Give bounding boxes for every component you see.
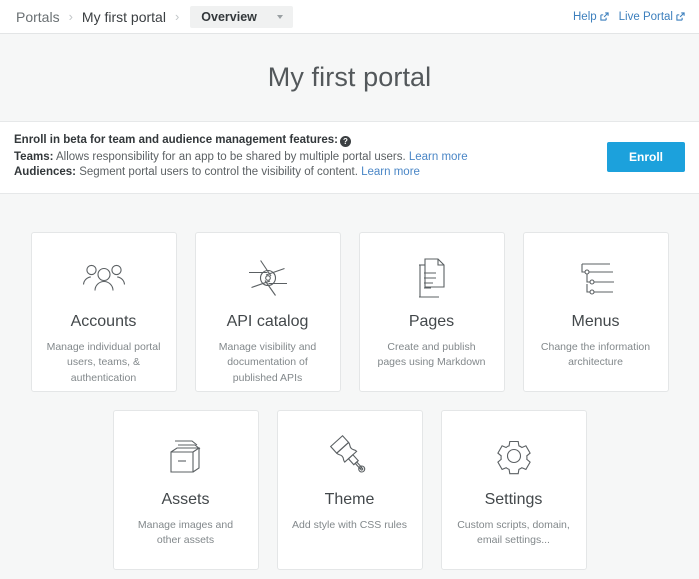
live-portal-link[interactable]: Live Portal <box>619 11 685 23</box>
help-link-label: Help <box>573 11 597 23</box>
overview-dropdown-label: Overview <box>201 10 257 24</box>
card-pages[interactable]: Pages Create and publish pages using Mar… <box>359 232 505 392</box>
card-pages-title: Pages <box>409 313 454 331</box>
enroll-button[interactable]: Enroll <box>607 142 685 172</box>
breadcrumb-separator-icon-2: › <box>175 10 179 23</box>
help-link[interactable]: Help <box>573 11 609 23</box>
card-row-2: Assets Manage images and other assets Th… <box>0 410 699 570</box>
card-menus-title: Menus <box>571 313 619 331</box>
banner-row-teams: Teams: Allows responsibility for an app … <box>14 150 589 165</box>
card-row-1: Accounts Manage individual portal users,… <box>0 232 699 392</box>
banner-row-audiences-term: Audiences: <box>14 166 76 178</box>
card-theme-desc: Add style with CSS rules <box>278 518 421 534</box>
card-assets-desc: Manage images and other assets <box>114 518 258 550</box>
breadcrumb-separator-icon: › <box>69 10 73 23</box>
top-bar-links: Help Live Portal <box>573 11 685 23</box>
breadcrumb-portals[interactable]: Portals <box>16 7 60 27</box>
file-box-icon <box>163 433 209 479</box>
card-api-catalog-desc: Manage visibility and documentation of p… <box>196 340 340 387</box>
audiences-learn-more-link[interactable]: Learn more <box>361 166 420 178</box>
page-title: My first portal <box>268 62 432 93</box>
overview-dropdown[interactable]: Overview <box>190 6 293 28</box>
banner-headline-text: Enroll in beta for team and audience man… <box>14 134 338 146</box>
external-link-icon <box>676 12 685 21</box>
card-theme[interactable]: Theme Add style with CSS rules <box>277 410 423 570</box>
card-accounts-desc: Manage individual portal users, teams, &… <box>32 340 176 387</box>
card-pages-desc: Create and publish pages using Markdown <box>360 340 504 372</box>
chevron-down-icon <box>277 15 283 19</box>
live-portal-link-label: Live Portal <box>619 11 673 23</box>
card-accounts-title: Accounts <box>71 313 137 331</box>
card-settings[interactable]: Settings Custom scripts, domain, email s… <box>441 410 587 570</box>
documents-icon <box>412 255 452 301</box>
paint-brush-icon <box>328 433 372 479</box>
card-assets[interactable]: Assets Manage images and other assets <box>113 410 259 570</box>
card-accounts[interactable]: Accounts Manage individual portal users,… <box>31 232 177 392</box>
people-group-icon <box>81 255 127 301</box>
card-settings-title: Settings <box>485 491 543 509</box>
banner-row-audiences-text: Segment portal users to control the visi… <box>79 166 358 178</box>
gear-icon <box>492 433 536 479</box>
breadcrumb-my-first-portal[interactable]: My first portal <box>82 7 166 27</box>
card-api-catalog-title: API catalog <box>227 313 309 331</box>
external-link-icon <box>600 12 609 21</box>
breadcrumb: Portals › My first portal › Overview <box>16 6 293 28</box>
card-settings-desc: Custom scripts, domain, email settings..… <box>442 518 586 550</box>
teams-learn-more-link[interactable]: Learn more <box>409 151 468 163</box>
banner-headline: Enroll in beta for team and audience man… <box>14 133 589 148</box>
cards-area: Accounts Manage individual portal users,… <box>0 194 699 570</box>
top-bar: Portals › My first portal › Overview Hel… <box>0 0 699 34</box>
banner-row-teams-text: Allows responsibility for an app to be s… <box>56 151 406 163</box>
card-menus-desc: Change the information architecture <box>524 340 668 372</box>
help-circle-icon[interactable]: ? <box>340 136 351 147</box>
banner-row-audiences: Audiences: Segment portal users to contr… <box>14 165 589 180</box>
aperture-icon <box>246 255 290 301</box>
card-assets-title: Assets <box>161 491 209 509</box>
banner-text: Enroll in beta for team and audience man… <box>14 133 589 181</box>
banner-row-teams-term: Teams: <box>14 151 53 163</box>
beta-enroll-banner: Enroll in beta for team and audience man… <box>0 121 699 194</box>
card-api-catalog[interactable]: API catalog Manage visibility and docume… <box>195 232 341 392</box>
card-theme-title: Theme <box>325 491 375 509</box>
tree-hierarchy-icon <box>573 255 619 301</box>
page-title-area: My first portal <box>0 34 699 121</box>
card-menus[interactable]: Menus Change the information architectur… <box>523 232 669 392</box>
